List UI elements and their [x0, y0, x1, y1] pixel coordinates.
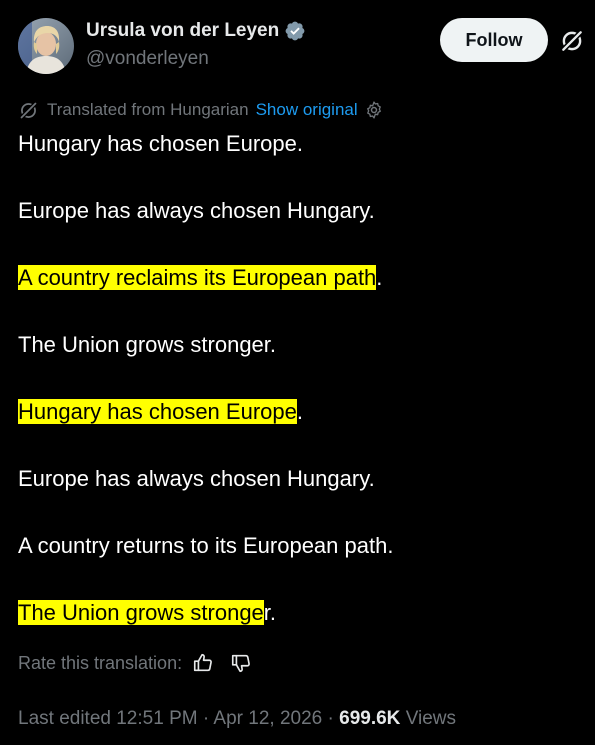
views-count: 699.6K	[339, 708, 401, 729]
post-line: Europe has always chosen Hungary.	[18, 194, 375, 227]
highlighted-text: A country reclaims its European path	[18, 265, 377, 290]
show-original-link[interactable]: Show original	[256, 100, 358, 120]
avatar-photo	[18, 18, 74, 74]
plain-text: .	[296, 399, 303, 424]
plain-text: Europe has always chosen Hungary.	[18, 466, 375, 491]
translated-label: Translated from Hungarian	[47, 100, 249, 119]
post-line: A country reclaims its European path.	[18, 261, 382, 294]
translation-bar: Translated from Hungarian Show original	[18, 99, 384, 121]
follow-button[interactable]: Follow	[440, 18, 548, 62]
plain-text: Hungary has chosen Europe.	[18, 131, 303, 156]
post-line: The Union grows stronger.	[18, 596, 276, 629]
grok-icon[interactable]	[559, 28, 585, 54]
post-line: Europe has always chosen Hungary.	[18, 462, 375, 495]
views-label: Views	[405, 708, 457, 729]
thumbs-down-icon[interactable]	[230, 652, 252, 674]
rate-translation-row: Rate this translation:	[18, 651, 252, 675]
plain-text: A country returns to its European path.	[18, 533, 394, 558]
thumbs-up-icon[interactable]	[192, 652, 214, 674]
highlighted-text: The Union grows stronge	[18, 600, 264, 625]
post-line: A country returns to its European path.	[18, 529, 393, 562]
meta-separator: ·	[197, 708, 214, 729]
highlighted-text: Hungary has chosen Europe	[18, 399, 297, 424]
post-line: The Union grows stronger.	[18, 328, 276, 361]
post-line: Hungary has chosen Europe.	[18, 395, 303, 428]
post-header: Ursula von der Leyen @vonderleyen Follow	[18, 18, 585, 78]
display-name[interactable]: Ursula von der Leyen	[86, 20, 279, 42]
avatar[interactable]	[18, 18, 74, 74]
meta-separator: ·	[322, 708, 340, 729]
plain-text: r.	[263, 600, 277, 625]
rate-translation-label: Rate this translation:	[18, 652, 183, 673]
plain-text: The Union grows stronger.	[18, 332, 277, 357]
gear-icon[interactable]	[364, 100, 384, 120]
plain-text: Europe has always chosen Hungary.	[18, 198, 375, 223]
name-row: Ursula von der Leyen	[86, 20, 306, 42]
post-date[interactable]: Apr 12, 2026	[213, 708, 322, 729]
post-meta: Last edited 12:51 PM · Apr 12, 2026 · 69…	[18, 708, 456, 732]
grok-translate-icon	[19, 100, 38, 120]
plain-text: .	[376, 265, 383, 290]
verified-badge-icon[interactable]	[284, 20, 306, 42]
user-handle[interactable]: @vonderleyen	[86, 48, 209, 70]
post-line: Hungary has chosen Europe.	[18, 127, 303, 160]
last-edited[interactable]: Last edited 12:51 PM	[18, 708, 198, 729]
